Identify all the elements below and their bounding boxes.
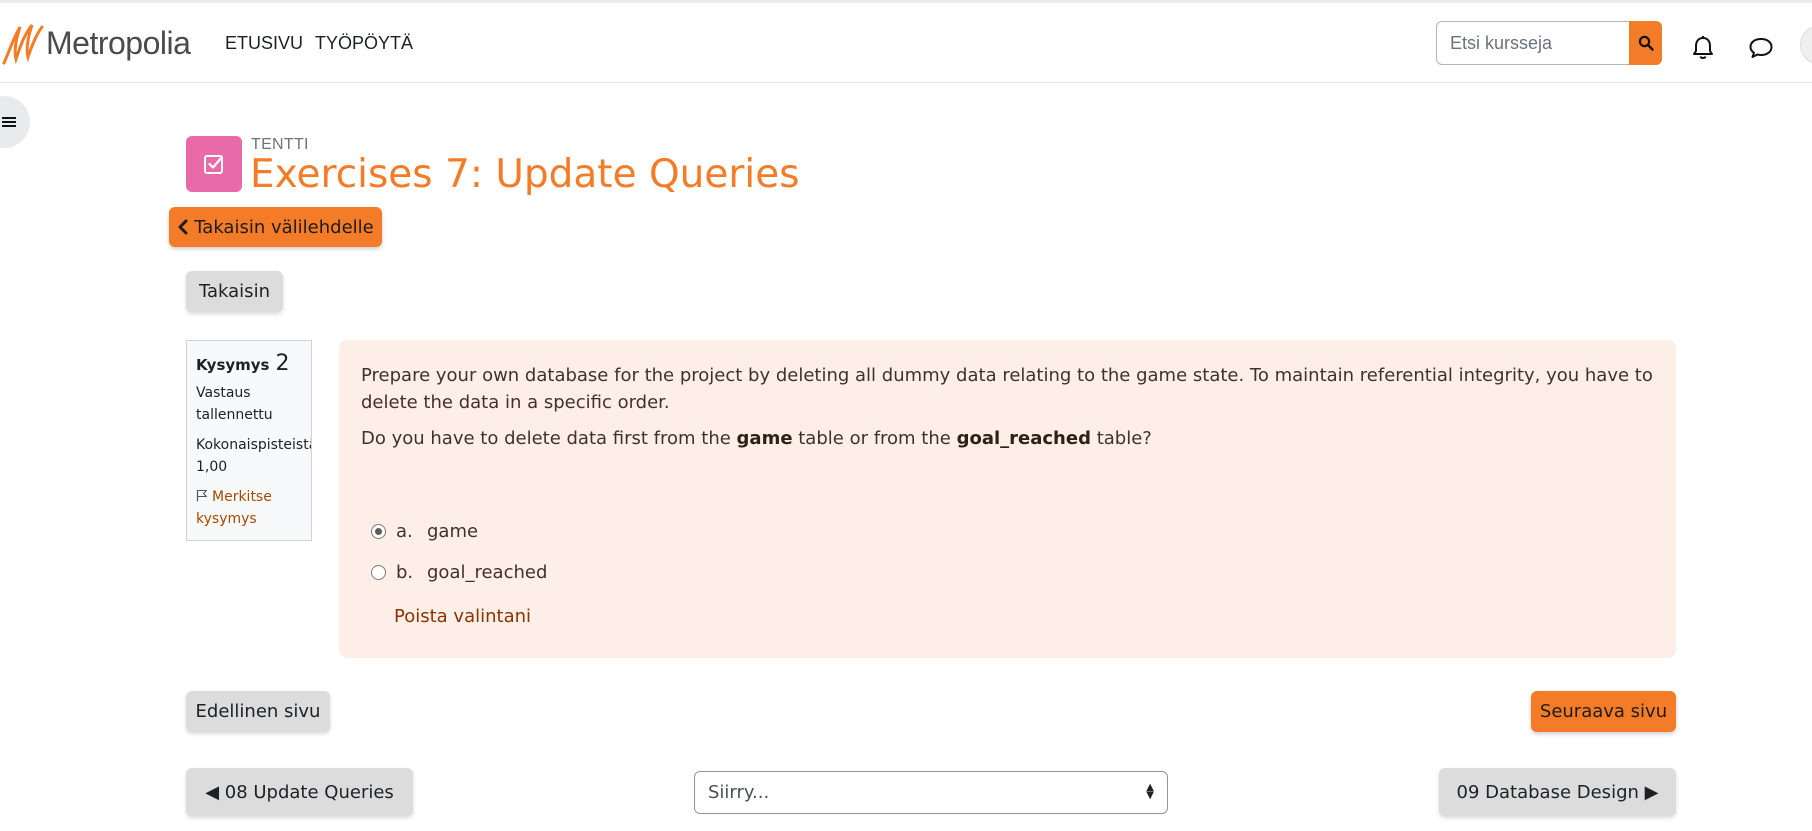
answer-a-radio[interactable]	[371, 524, 386, 539]
jump-select-value: Siirry...	[708, 782, 770, 803]
top-navbar: Metropolia ETUSIVU TYÖPÖYTÄ	[0, 3, 1812, 83]
back-to-tab-label: Takaisin välilehdelle	[194, 216, 374, 238]
question-number-value: 2	[275, 351, 290, 376]
quiz-activity-icon	[186, 136, 242, 192]
answer-option-a[interactable]: a. game	[371, 521, 478, 542]
back-button[interactable]: Takaisin	[186, 271, 283, 312]
previous-page-label: Edellinen sivu	[195, 701, 321, 722]
notifications-button[interactable]	[1688, 33, 1718, 63]
logo-text: Metropolia	[46, 24, 191, 61]
question-paragraph-2-mid: table or from the	[792, 428, 957, 449]
next-page-button[interactable]: Seuraava sivu	[1531, 691, 1676, 732]
quiz-checkbox-icon	[204, 155, 224, 174]
question-status-line-2: tallennettu	[196, 407, 273, 423]
next-activity-label: 09 Database Design ▶	[1456, 781, 1659, 803]
question-number: Kysymys 2	[196, 351, 302, 376]
list-icon	[2, 117, 16, 127]
question-points-label: Kokonaispisteistä	[196, 437, 312, 453]
answer-a-text: game	[427, 521, 479, 542]
search-input[interactable]	[1436, 21, 1629, 65]
question-text: Prepare your own database for the projec…	[361, 362, 1661, 452]
question-label: Kysymys	[196, 356, 270, 374]
metropolia-logo-mark	[2, 24, 44, 65]
flag-question-label-1: Merkitse	[212, 489, 272, 505]
answer-option-b[interactable]: b. goal_reached	[371, 562, 547, 583]
question-info-panel: Kysymys 2 Vastaus tallennettu Kokonaispi…	[186, 340, 312, 541]
previous-activity-label: ◀ 08 Update Queries	[205, 781, 394, 803]
previous-activity-link[interactable]: ◀ 08 Update Queries	[186, 768, 413, 816]
select-arrows-icon: ▲ ▼	[1146, 782, 1154, 801]
question-paragraph-2-pre: Do you have to delete data first from th…	[361, 428, 737, 449]
course-index-toggle[interactable]	[0, 96, 30, 148]
answer-a-letter: a.	[396, 521, 413, 542]
question-term-goal-reached: goal_reached	[956, 428, 1091, 449]
back-to-tab-button[interactable]: Takaisin välilehdelle	[169, 207, 382, 247]
next-page-label: Seuraava sivu	[1539, 701, 1668, 722]
flag-question-link[interactable]: Merkitse kysymys	[196, 486, 302, 530]
user-avatar[interactable]	[1800, 25, 1812, 65]
previous-page-button[interactable]: Edellinen sivu	[186, 691, 330, 732]
search-button[interactable]	[1629, 21, 1662, 65]
flag-question-line-1[interactable]: Merkitse	[196, 486, 302, 508]
messages-button[interactable]	[1746, 33, 1776, 63]
question-paragraph-2-post: table?	[1090, 428, 1152, 449]
next-activity-link[interactable]: 09 Database Design ▶	[1439, 768, 1676, 816]
search-icon	[1638, 35, 1654, 51]
back-button-label: Takaisin	[199, 281, 270, 302]
clear-choice-link[interactable]: Poista valintani	[394, 606, 531, 627]
question-paragraph-1: Prepare your own database for the projec…	[361, 365, 1653, 413]
flag-question-label-2[interactable]: kysymys	[196, 508, 302, 530]
metropolia-logo[interactable]: Metropolia	[2, 19, 191, 67]
question-term-game: game	[736, 428, 793, 449]
bell-icon	[1693, 36, 1713, 59]
flag-icon	[196, 489, 208, 502]
answer-b-text: goal_reached	[427, 562, 548, 583]
chevron-left-icon	[178, 219, 188, 235]
question-status-line-1: Vastaus	[196, 385, 251, 401]
jump-to-activity-select[interactable]: Siirry... ▲ ▼	[694, 771, 1168, 814]
nav-link-etusivu[interactable]: ETUSIVU	[225, 33, 303, 54]
question-points-value: 1,00	[196, 459, 228, 475]
answer-b-radio[interactable]	[371, 565, 386, 580]
chat-bubble-icon	[1749, 38, 1773, 58]
course-search	[1436, 21, 1662, 65]
answer-b-letter: b.	[396, 562, 414, 583]
question-paragraph-2: Do you have to delete data first from th…	[361, 425, 1661, 452]
question-content: Prepare your own database for the projec…	[339, 340, 1676, 658]
nav-link-tyopoyta[interactable]: TYÖPÖYTÄ	[315, 33, 413, 54]
page-title: Exercises 7: Update Queries	[250, 152, 800, 197]
